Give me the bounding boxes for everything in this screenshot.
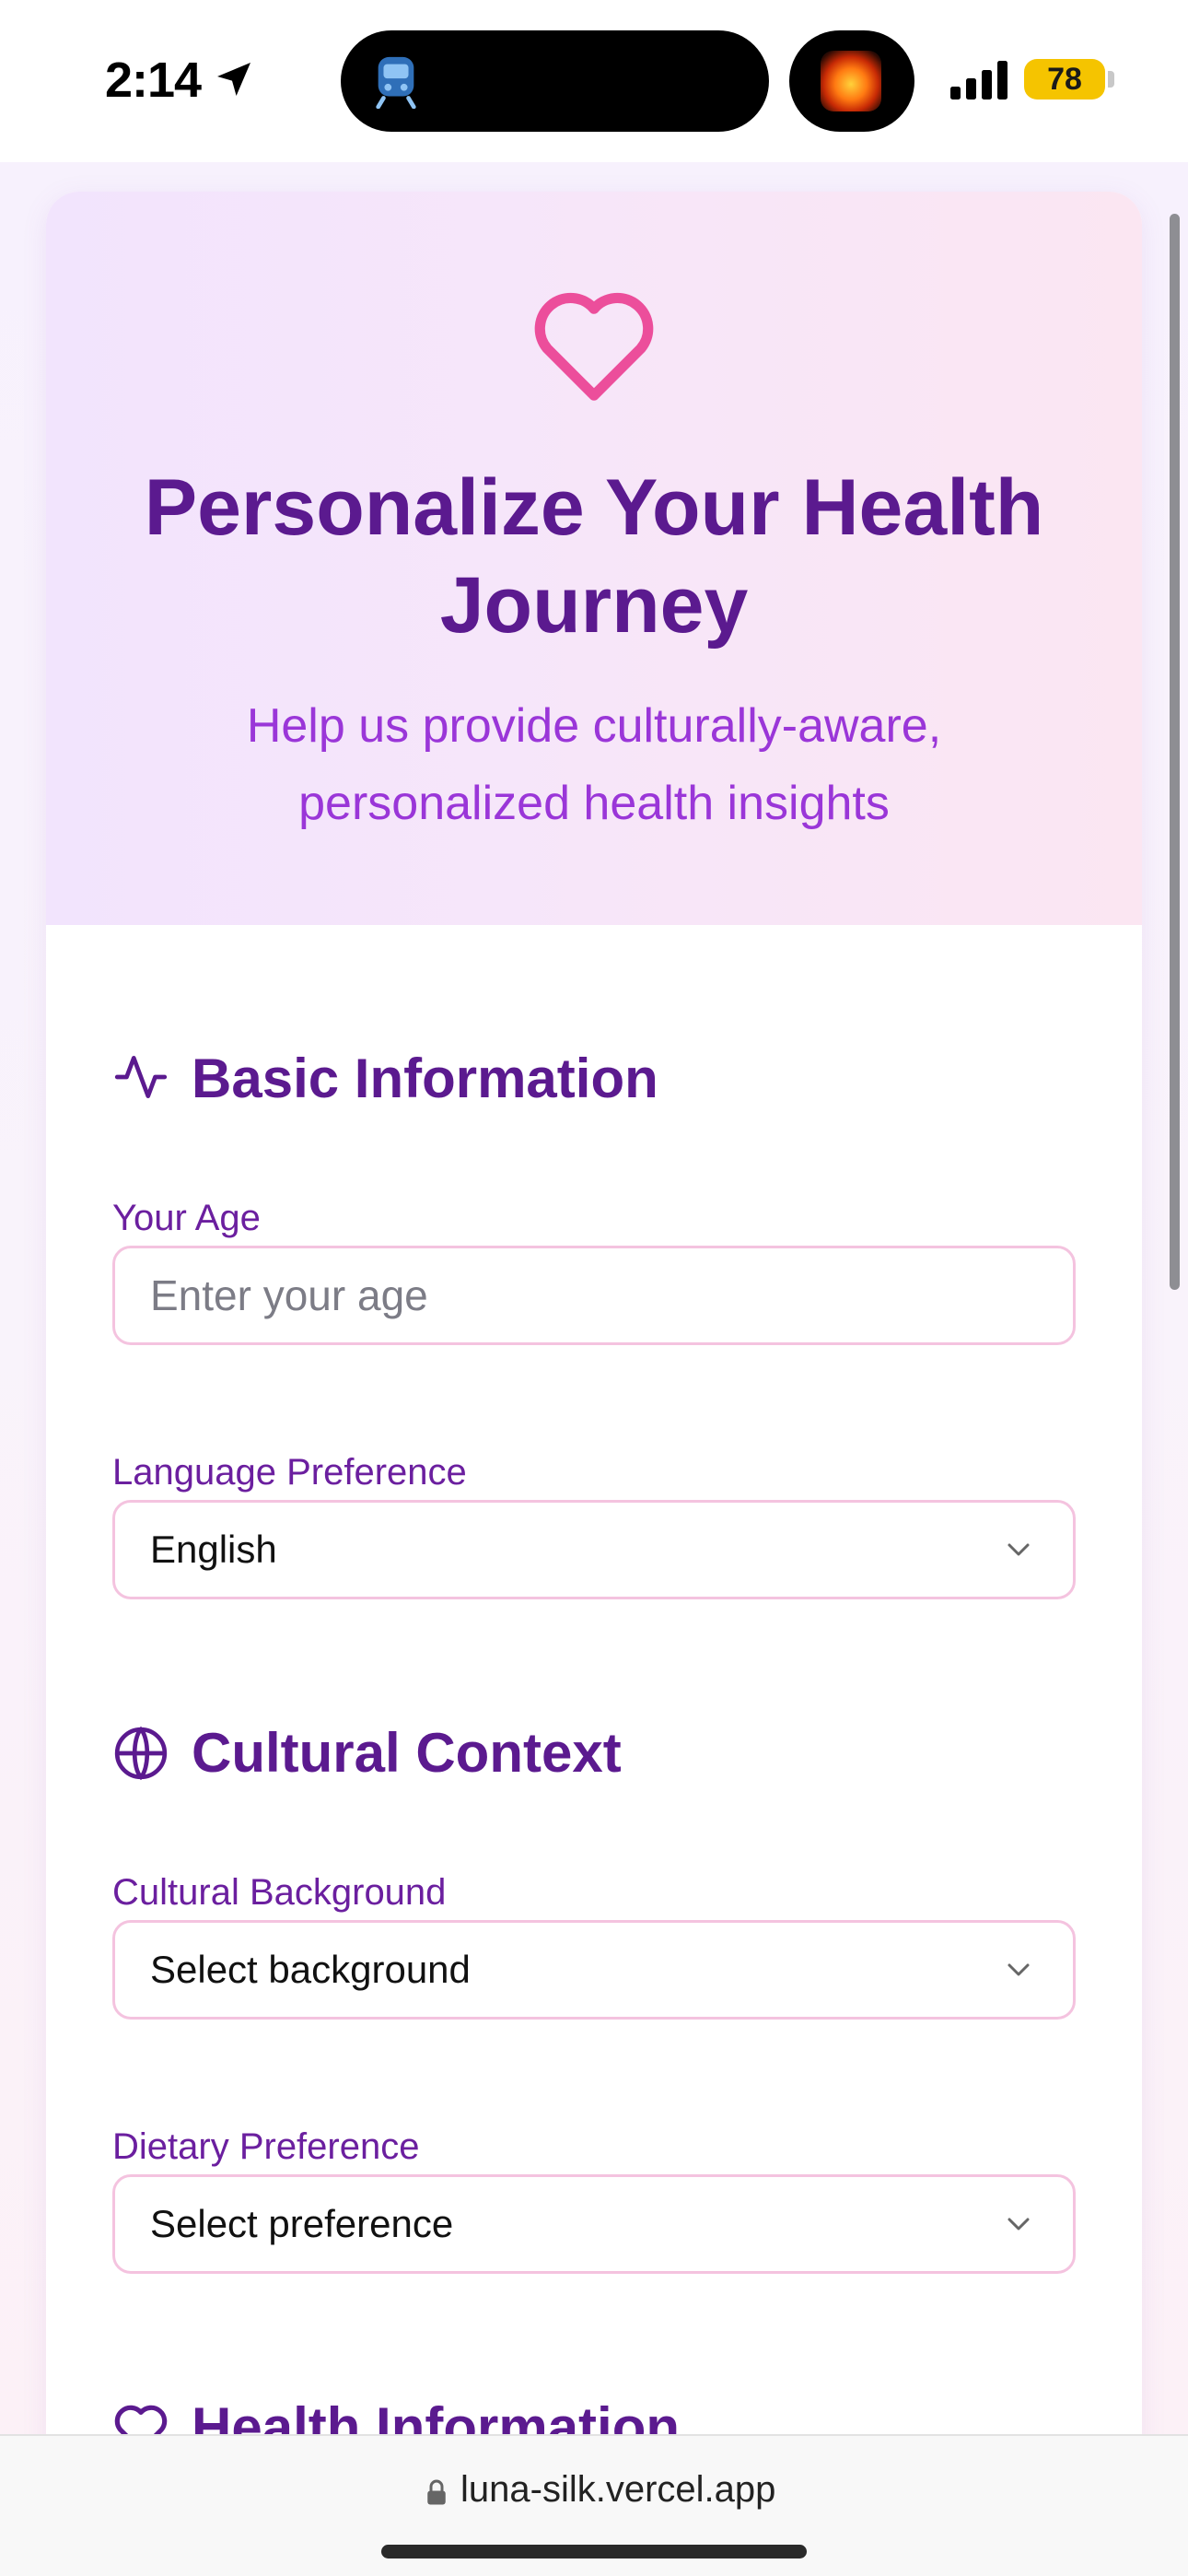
battery-level: 78: [1047, 61, 1082, 97]
language-label: Language Preference: [112, 1452, 467, 1493]
lock-icon: [427, 2479, 446, 2505]
activity-icon: [114, 1056, 168, 1098]
url-text[interactable]: luna-silk.vercel.app: [460, 2469, 775, 2511]
card-header: Personalize Your Health Journey Help us …: [46, 192, 1142, 925]
cellular-signal-icon: [950, 61, 1007, 100]
page-viewport[interactable]: Personalize Your Health Journey Help us …: [0, 162, 1188, 2434]
section-title-health-information: Health Information: [192, 2396, 681, 2434]
location-arrow-icon: [217, 63, 250, 96]
dietary-preference-selected-value: Select preference: [150, 2202, 454, 2245]
cultural-background-label: Cultural Background: [112, 1872, 447, 1913]
age-label: Your Age: [112, 1198, 261, 1238]
heart-icon: [534, 292, 654, 401]
scrollbar-thumb[interactable]: [1170, 214, 1180, 1290]
language-select[interactable]: English: [112, 1500, 1076, 1599]
battery-icon: 78: [1024, 59, 1105, 100]
language-selected-value: English: [150, 1528, 277, 1571]
train-icon: [376, 56, 416, 109]
browser-address-bar[interactable]: luna-silk.vercel.app: [0, 2434, 1188, 2576]
dynamic-island[interactable]: [341, 30, 769, 132]
chevron-down-icon: [1007, 1543, 1030, 1556]
status-time: 2:14: [105, 53, 202, 108]
status-bar: 2:14 78: [0, 0, 1188, 162]
chevron-down-icon: [1007, 1963, 1030, 1976]
globe-icon: [114, 1726, 168, 1781]
battery-cap: [1108, 71, 1114, 88]
dietary-preference-select[interactable]: Select preference: [112, 2174, 1076, 2274]
page-title: Personalize Your Health Journey: [144, 463, 1044, 650]
section-title-cultural-context: Cultural Context: [192, 1722, 622, 1784]
age-input[interactable]: [115, 1248, 1073, 1342]
live-activity[interactable]: [789, 30, 914, 132]
home-indicator[interactable]: [381, 2545, 807, 2558]
chevron-down-icon: [1007, 2218, 1030, 2231]
onboarding-card: Personalize Your Health Journey Help us …: [46, 192, 1142, 2434]
section-title-basic-information: Basic Information: [192, 1048, 658, 1109]
page-subtitle: Help us provide culturally-aware, person…: [246, 699, 942, 830]
cultural-background-selected-value: Select background: [150, 1948, 471, 1991]
age-field[interactable]: [112, 1246, 1076, 1345]
app-fire-icon: [821, 51, 881, 111]
dietary-preference-label: Dietary Preference: [112, 2126, 420, 2167]
heart-icon: [114, 2405, 168, 2434]
cultural-background-select[interactable]: Select background: [112, 1920, 1076, 2020]
